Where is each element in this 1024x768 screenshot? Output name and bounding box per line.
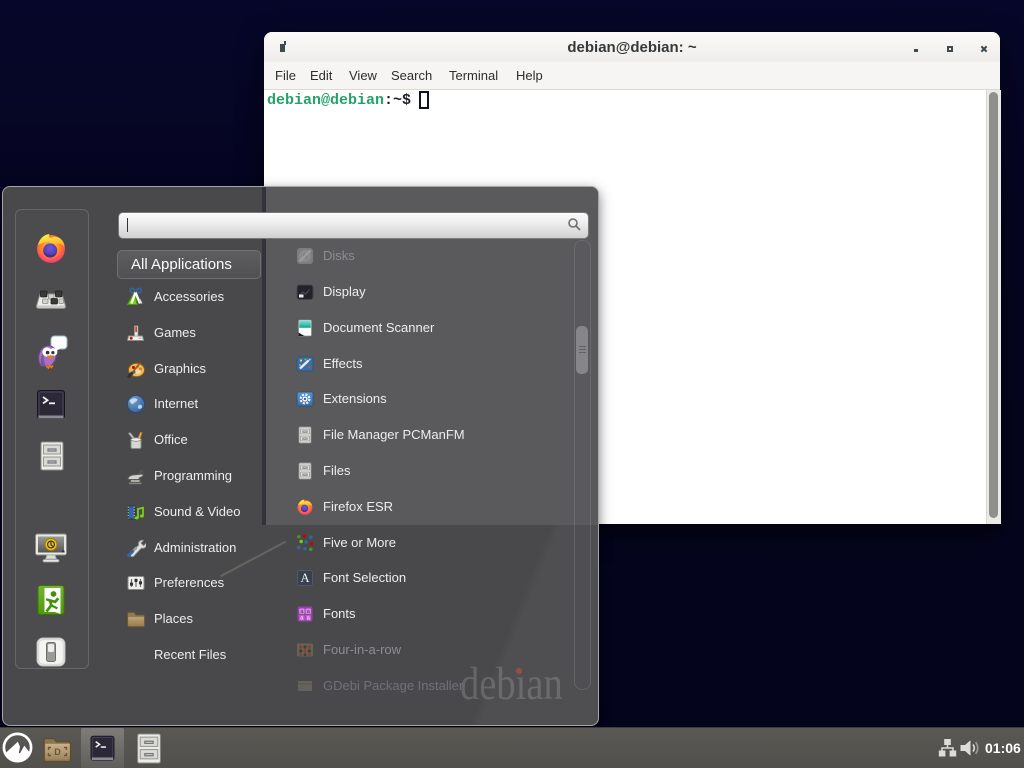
svg-text:A: A: [300, 571, 309, 585]
svg-text:D: D: [54, 747, 61, 757]
